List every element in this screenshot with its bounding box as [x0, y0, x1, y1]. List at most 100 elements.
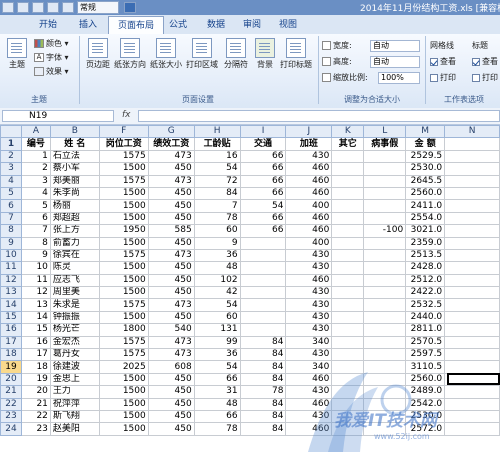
grid-cell[interactable]: 450 [147, 397, 195, 412]
row-header[interactable]: 11 [0, 261, 22, 275]
grid-cell[interactable] [444, 286, 500, 300]
column-header[interactable]: I [239, 124, 287, 139]
grid-cell[interactable]: 1500 [98, 409, 149, 424]
grid-cell[interactable]: 13 [20, 298, 51, 312]
grid-cell[interactable]: 1500 [98, 261, 149, 275]
grid-cell[interactable] [363, 310, 407, 325]
number-format-combo[interactable]: 常规 [77, 1, 119, 14]
grid-cell[interactable]: 54 [193, 162, 241, 176]
formula-input[interactable] [138, 110, 500, 122]
grid-cell[interactable]: -100 [363, 224, 407, 238]
breaks-button[interactable]: 分隔符 [223, 38, 249, 82]
row-header[interactable]: 24 [0, 422, 22, 436]
grid-cell[interactable]: 450 [147, 422, 195, 436]
grid-cell[interactable] [331, 348, 365, 362]
grid-cell[interactable]: 1500 [98, 236, 149, 250]
select-all-corner[interactable] [0, 124, 22, 139]
grid-cell[interactable] [331, 273, 365, 288]
grid-cell[interactable] [239, 310, 287, 325]
grid-cell[interactable]: 430 [285, 310, 333, 325]
grid-cell[interactable]: 1500 [98, 186, 149, 201]
grid-cell[interactable]: 54 [193, 360, 241, 374]
grid-cell[interactable]: 84 [239, 422, 287, 436]
grid-cell[interactable]: 131 [193, 323, 241, 337]
grid-cell[interactable] [444, 186, 500, 201]
grid-cell[interactable] [331, 186, 365, 201]
grid-cell[interactable]: 2 [20, 162, 51, 176]
grid-cell[interactable]: 66 [239, 149, 287, 164]
grid-cell[interactable] [444, 174, 500, 188]
grid-cell[interactable]: 430 [285, 261, 333, 275]
grid-cell[interactable]: 450 [147, 310, 195, 325]
grid-cell[interactable]: 608 [147, 360, 195, 374]
grid-cell[interactable]: 22 [20, 409, 51, 424]
grid-cell[interactable] [363, 286, 407, 300]
tab-home[interactable]: 开始 [30, 18, 66, 33]
grid-cell[interactable]: 2811.0 [405, 323, 446, 337]
grid-cell[interactable]: 460 [285, 211, 333, 226]
grid-cell[interactable]: 460 [285, 273, 333, 288]
grid-cell[interactable]: 10 [20, 261, 51, 275]
grid-cell[interactable] [331, 335, 365, 350]
grid-cell[interactable] [444, 224, 500, 238]
grid-cell[interactable] [444, 162, 500, 176]
grid-cell[interactable] [444, 211, 500, 226]
grid-cell[interactable]: 张上方 [49, 224, 100, 238]
grid-cell[interactable]: 绩效工资 [147, 137, 195, 151]
grid-cell[interactable] [363, 162, 407, 176]
grid-cell[interactable]: 460 [285, 186, 333, 201]
grid-cell[interactable]: 84 [193, 186, 241, 201]
grid-cell[interactable]: 1575 [98, 174, 149, 188]
grid-cell[interactable] [363, 236, 407, 250]
grid-cell[interactable]: 102 [193, 273, 241, 288]
grid-cell[interactable]: 1500 [98, 310, 149, 325]
grid-cell[interactable]: 钟振振 [49, 310, 100, 325]
grid-cell[interactable]: 周里美 [49, 286, 100, 300]
row-header[interactable]: 14 [0, 298, 22, 312]
grid-cell[interactable]: 蔡小军 [49, 162, 100, 176]
grid-cell[interactable]: 84 [239, 372, 287, 387]
grid-cell[interactable] [444, 323, 500, 337]
grid-cell[interactable]: 16 [20, 335, 51, 350]
grid-cell[interactable]: 400 [285, 236, 333, 250]
grid-cell[interactable]: 病事假 [363, 137, 407, 151]
row-header[interactable]: 6 [0, 199, 22, 213]
grid-cell[interactable]: 450 [147, 261, 195, 275]
grid-cell[interactable]: 杨光芒 [49, 323, 100, 337]
grid-cell[interactable]: 18 [20, 360, 51, 374]
grid-cell[interactable] [363, 323, 407, 337]
grid-cell[interactable]: 460 [285, 224, 333, 238]
grid-cell[interactable]: 430 [285, 286, 333, 300]
grid-cell[interactable]: 编号 [20, 137, 51, 151]
grid-cell[interactable] [444, 236, 500, 250]
grid-cell[interactable]: 3021.0 [405, 224, 446, 238]
grid-cell[interactable] [444, 298, 500, 312]
grid-cell[interactable]: 2513.5 [405, 248, 446, 263]
customize-toolbar-icon[interactable] [124, 2, 136, 13]
grid-cell[interactable]: 金宏杰 [49, 335, 100, 350]
grid-cell[interactable]: 54 [193, 298, 241, 312]
grid-cell[interactable]: 2359.0 [405, 236, 446, 250]
grid-cell[interactable]: 朱李尚 [49, 186, 100, 201]
row-header[interactable]: 2 [0, 149, 22, 164]
grid-cell[interactable]: 460 [285, 174, 333, 188]
grid-cell[interactable] [444, 348, 500, 362]
grid-cell[interactable] [331, 310, 365, 325]
grid-cell[interactable] [444, 248, 500, 263]
grid-cell[interactable]: 金 额 [405, 137, 446, 151]
column-header[interactable]: M [405, 124, 446, 139]
grid-cell[interactable] [363, 149, 407, 164]
grid-cell[interactable]: 450 [147, 372, 195, 387]
grid-cell[interactable]: 1500 [98, 286, 149, 300]
grid-cell[interactable]: 473 [147, 248, 195, 263]
grid-cell[interactable]: 14 [20, 310, 51, 325]
undo-icon[interactable] [32, 2, 44, 13]
grid-cell[interactable] [239, 323, 287, 337]
grid-cell[interactable]: 585 [147, 224, 195, 238]
grid-cell[interactable] [331, 248, 365, 263]
column-header[interactable]: H [193, 124, 241, 139]
grid-cell[interactable] [331, 323, 365, 337]
grid-cell[interactable] [331, 236, 365, 250]
grid-cell[interactable]: 1500 [98, 385, 149, 399]
grid-cell[interactable]: 1500 [98, 397, 149, 412]
